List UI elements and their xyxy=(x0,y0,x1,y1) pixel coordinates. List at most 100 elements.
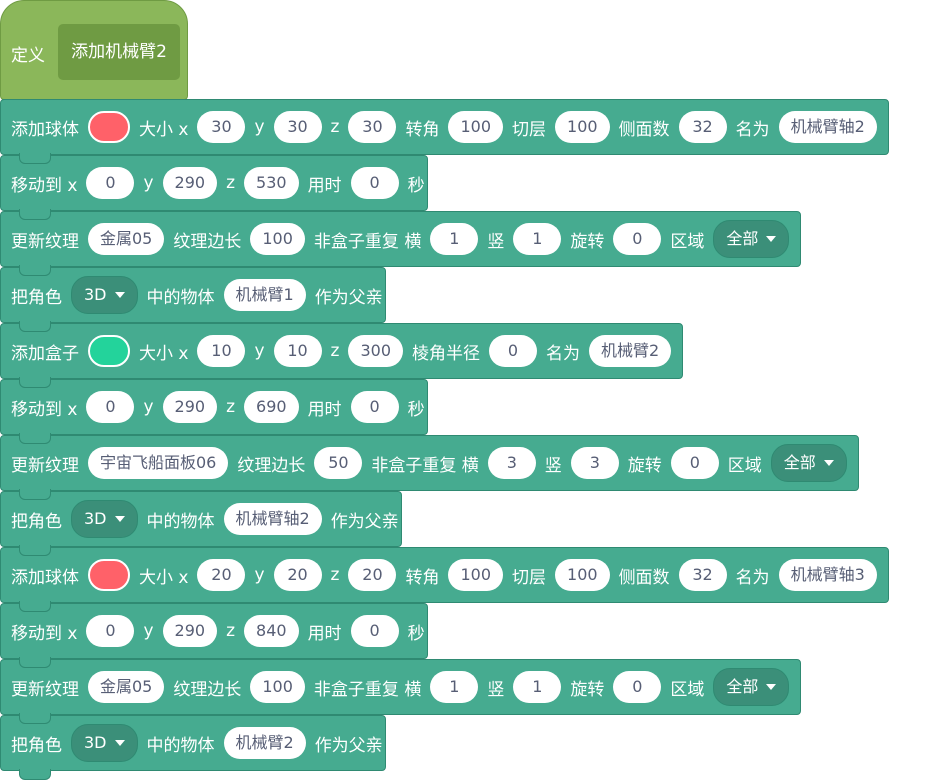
block-label: 区域 xyxy=(670,679,705,700)
dropdown-menu[interactable]: 3D xyxy=(71,276,138,314)
value-input[interactable]: 1 xyxy=(513,671,562,703)
block-label: 竖 xyxy=(487,231,505,252)
block-notch xyxy=(19,657,51,668)
value-input[interactable]: 290 xyxy=(162,391,218,423)
caret-down-icon xyxy=(766,236,777,242)
value-input[interactable]: 0 xyxy=(489,335,538,367)
value-input[interactable]: 1 xyxy=(430,671,479,703)
command-block[interactable]: 更新纹理 宇宙飞船面板06 纹理边长 50 非盒子重复 横 3 竖 3 旋转 0 区域 全部 xyxy=(0,435,859,500)
define-label: 定义 xyxy=(11,46,45,66)
value-input[interactable]: 金属05 xyxy=(88,223,165,255)
value-input[interactable]: 290 xyxy=(162,167,218,199)
value-input[interactable]: 机械臂2 xyxy=(589,335,672,367)
value-input[interactable]: 10 xyxy=(197,335,246,367)
command-block[interactable]: 把角色 3D 中的物体 机械臂1 作为父亲 xyxy=(0,267,386,332)
value-input[interactable]: 30 xyxy=(348,111,397,143)
block-notch xyxy=(19,209,51,220)
block-label: 把角色 xyxy=(11,287,62,308)
value-input[interactable]: 690 xyxy=(244,391,299,423)
command-block[interactable]: 更新纹理 金属05 纹理边长 100 非盒子重复 横 1 竖 1 旋转 0 区域 全部 xyxy=(0,211,802,276)
command-block[interactable]: 更新纹理 金属05 纹理边长 100 非盒子重复 横 1 竖 1 旋转 0 区域 全部 xyxy=(0,659,802,724)
define-hat-block[interactable]: 定义 添加机械臂2 xyxy=(0,0,188,100)
color-swatch[interactable] xyxy=(88,559,130,591)
value-input[interactable]: 机械臂轴3 xyxy=(778,559,877,591)
value-input[interactable]: 0 xyxy=(350,615,399,647)
dropdown-menu[interactable]: 3D xyxy=(71,724,138,762)
caret-down-icon xyxy=(114,292,125,298)
block-label: 移动到 x xyxy=(11,399,78,420)
value-input[interactable]: 32 xyxy=(678,111,727,143)
block-label: z xyxy=(330,565,340,585)
procedure-name[interactable]: 添加机械臂2 xyxy=(58,24,180,80)
block-label: y xyxy=(143,397,154,417)
dropdown-value: 全部 xyxy=(783,453,816,472)
dropdown-value: 全部 xyxy=(726,229,759,248)
value-input[interactable]: 30 xyxy=(273,111,322,143)
value-input[interactable]: 1 xyxy=(430,223,479,255)
block-label: y xyxy=(143,621,154,641)
value-input[interactable]: 0 xyxy=(613,223,662,255)
value-input[interactable]: 0 xyxy=(86,615,135,647)
caret-down-icon xyxy=(823,460,834,466)
value-input[interactable]: 530 xyxy=(244,167,299,199)
value-input[interactable]: 0 xyxy=(86,167,135,199)
value-input[interactable]: 宇宙飞船面板06 xyxy=(88,447,229,479)
command-block[interactable]: 添加盒子 大小 x 10 y 10 z 300 棱角半径 0 名为 机械臂2 xyxy=(0,323,684,388)
value-input[interactable]: 100 xyxy=(555,559,610,591)
block-label: 作为父亲 xyxy=(330,511,399,532)
value-input[interactable]: 100 xyxy=(250,223,305,255)
value-input[interactable]: 50 xyxy=(314,447,363,479)
command-block[interactable]: 添加球体 大小 x 20 y 20 z 20 转角 100 切层 100 侧面数 32 名为 机械臂轴3 xyxy=(0,547,889,612)
value-input[interactable]: 30 xyxy=(197,111,246,143)
command-block[interactable]: 添加球体 大小 x 30 y 30 z 30 转角 100 切层 100 侧面数 32 名为 机械臂轴2 xyxy=(0,99,889,164)
block-label: y xyxy=(254,565,265,585)
value-input[interactable]: 20 xyxy=(197,559,246,591)
dropdown-value: 3D xyxy=(84,285,107,304)
command-block[interactable]: 把角色 3D 中的物体 机械臂2 作为父亲 xyxy=(0,715,386,780)
value-input[interactable]: 机械臂1 xyxy=(223,279,306,311)
command-block[interactable]: 把角色 3D 中的物体 机械臂轴2 作为父亲 xyxy=(0,491,402,556)
value-input[interactable]: 100 xyxy=(448,111,504,143)
value-input[interactable]: 金属05 xyxy=(88,671,165,703)
value-input[interactable]: 0 xyxy=(613,671,662,703)
value-input[interactable]: 20 xyxy=(348,559,397,591)
value-input[interactable]: 机械臂轴2 xyxy=(778,111,877,143)
block-label: 非盒子重复 横 xyxy=(313,231,422,252)
block-label: 名为 xyxy=(735,567,770,588)
color-swatch[interactable] xyxy=(88,335,130,367)
block-label: 用时 xyxy=(307,175,342,196)
block-notch xyxy=(19,489,51,500)
block-label: 更新纹理 xyxy=(11,231,79,252)
dropdown-menu[interactable]: 3D xyxy=(71,500,138,538)
value-input[interactable]: 3 xyxy=(487,447,536,479)
value-input[interactable]: 100 xyxy=(250,671,305,703)
command-block[interactable]: 移动到 x 0 y 290 z 840 用时 0 秒 xyxy=(0,603,428,668)
code-script: 定义 添加机械臂2 添加球体 大小 x 30 y 30 z 30 转角 100 切层 100 侧面数 3… xyxy=(0,0,930,780)
value-input[interactable]: 20 xyxy=(273,559,322,591)
command-block[interactable]: 移动到 x 0 y 290 z 690 用时 0 秒 xyxy=(0,379,428,444)
block-notch xyxy=(19,321,51,332)
value-input[interactable]: 0 xyxy=(350,391,399,423)
block-label: 作为父亲 xyxy=(314,735,383,756)
value-input[interactable]: 100 xyxy=(448,559,504,591)
value-input[interactable]: 机械臂2 xyxy=(223,727,306,759)
dropdown-menu[interactable]: 全部 xyxy=(713,220,790,258)
color-swatch[interactable] xyxy=(88,111,130,143)
value-input[interactable]: 32 xyxy=(678,559,727,591)
value-input[interactable]: 1 xyxy=(513,223,562,255)
value-input[interactable]: 840 xyxy=(244,615,299,647)
value-input[interactable]: 10 xyxy=(273,335,322,367)
value-input[interactable]: 300 xyxy=(348,335,404,367)
value-input[interactable]: 0 xyxy=(670,447,719,479)
block-label: 棱角半径 xyxy=(412,343,481,364)
value-input[interactable]: 3 xyxy=(570,447,619,479)
value-input[interactable]: 0 xyxy=(86,391,135,423)
block-label: 纹理边长 xyxy=(173,231,242,252)
dropdown-menu[interactable]: 全部 xyxy=(713,668,790,706)
dropdown-menu[interactable]: 全部 xyxy=(770,444,847,482)
value-input[interactable]: 机械臂轴2 xyxy=(223,503,322,535)
command-block[interactable]: 移动到 x 0 y 290 z 530 用时 0 秒 xyxy=(0,155,428,220)
value-input[interactable]: 100 xyxy=(555,111,610,143)
value-input[interactable]: 0 xyxy=(350,167,399,199)
value-input[interactable]: 290 xyxy=(162,615,218,647)
